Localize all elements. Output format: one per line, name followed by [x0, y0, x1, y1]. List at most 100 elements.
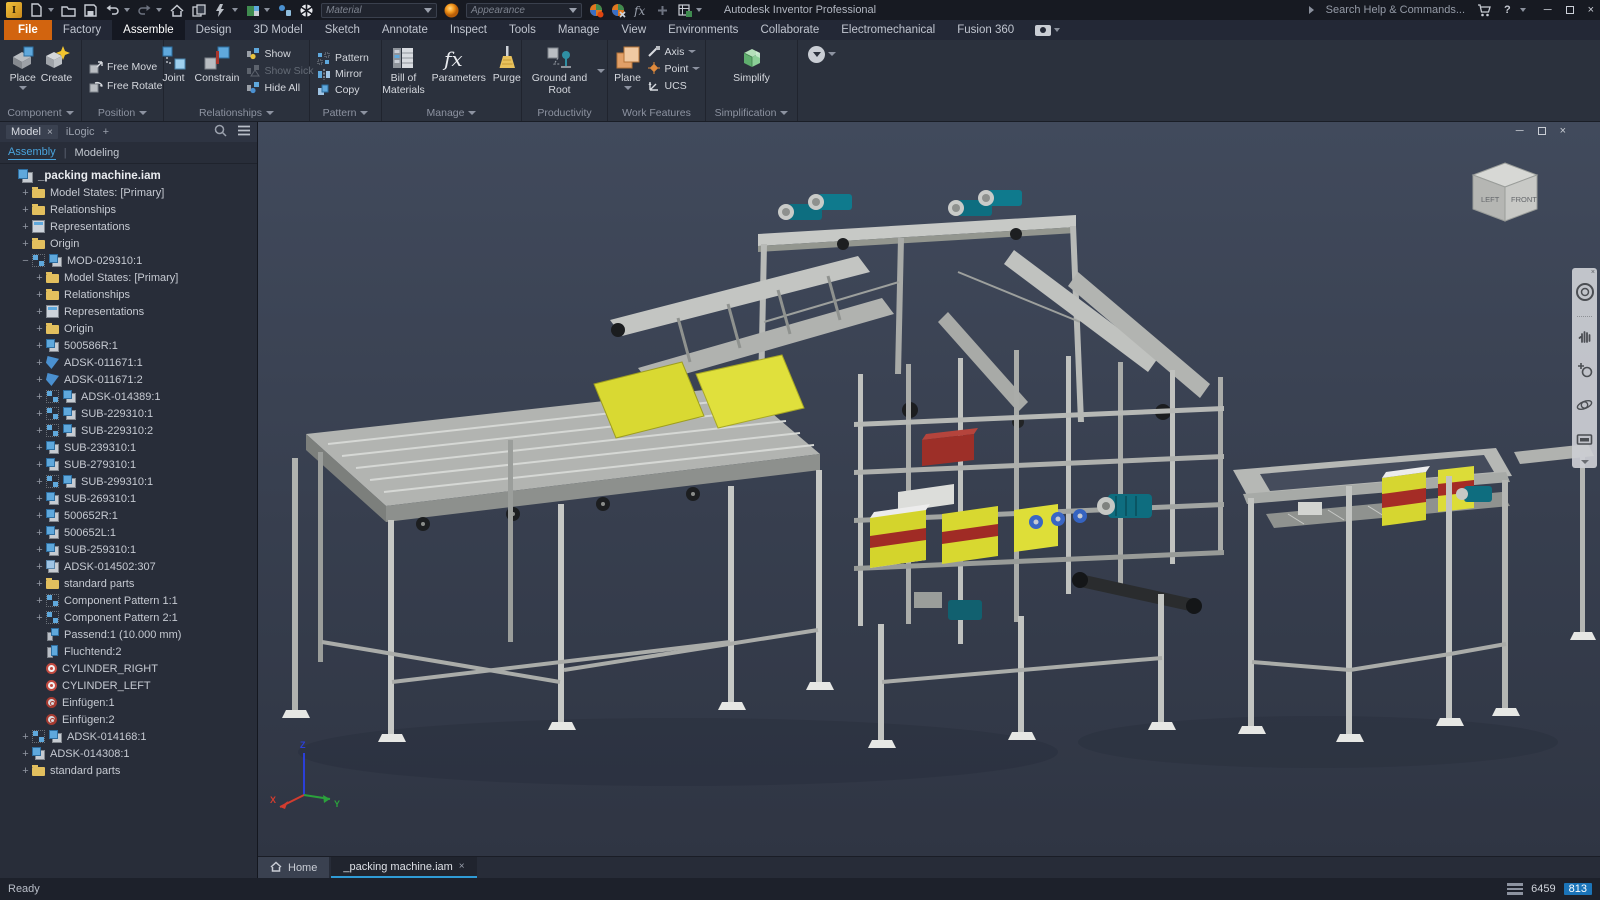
home-tab[interactable]: Home — [258, 857, 329, 878]
viewport[interactable]: ─ × LEFT FRONT × — [258, 122, 1600, 856]
search-help-field[interactable]: Search Help & Commands... — [1326, 4, 1465, 16]
tree-item[interactable]: Passend:1 (10.000 mm) — [0, 626, 257, 643]
tree-item[interactable]: _packing machine.iam — [0, 167, 257, 184]
panel-label-work-features[interactable]: Work Features — [608, 105, 705, 121]
expand-icon[interactable]: + — [33, 578, 46, 590]
panel-label-productivity[interactable]: Productivity — [522, 105, 607, 121]
expand-icon[interactable]: + — [33, 306, 46, 318]
panel-label-position[interactable]: Position — [82, 105, 163, 121]
viewcube-front-face[interactable]: FRONT — [1511, 195, 1537, 204]
open-file-icon[interactable] — [61, 3, 76, 18]
plane-button[interactable]: Plane — [613, 43, 643, 91]
window-close-button[interactable]: × — [1588, 4, 1594, 16]
expand-icon[interactable]: + — [19, 765, 32, 777]
model-tab-close-icon[interactable]: × — [47, 127, 53, 138]
free-move-button[interactable]: Free Move — [89, 61, 157, 74]
expand-icon[interactable]: + — [19, 187, 32, 199]
tab-collaborate[interactable]: Collaborate — [749, 20, 830, 40]
add-quick-icon[interactable] — [655, 3, 670, 18]
expand-icon[interactable]: + — [19, 221, 32, 233]
fx-quick-icon[interactable]: fx — [633, 3, 648, 18]
free-rotate-button[interactable]: Free Rotate — [89, 80, 162, 93]
expand-icon[interactable]: + — [33, 357, 46, 369]
tree-item[interactable]: +SUB-239310:1 — [0, 439, 257, 456]
tab-fusion-360[interactable]: Fusion 360 — [946, 20, 1025, 40]
component-caret[interactable] — [264, 8, 270, 12]
material-dropdown[interactable]: Material — [321, 3, 437, 18]
copy-button[interactable]: Copy — [317, 84, 360, 97]
tab-factory[interactable]: Factory — [52, 20, 112, 40]
tree-item[interactable]: +SUB-259310:1 — [0, 541, 257, 558]
expand-icon[interactable]: + — [19, 204, 32, 216]
tab-electromechanical[interactable]: Electromechanical — [830, 20, 946, 40]
search-expand-icon[interactable] — [1309, 6, 1314, 14]
window-restore-button[interactable] — [1566, 6, 1574, 14]
expand-icon[interactable]: + — [33, 340, 46, 352]
panel-label-component[interactable]: Component — [0, 105, 81, 121]
axis-button[interactable]: Axis — [647, 45, 701, 58]
orbit-icon[interactable] — [1576, 397, 1593, 418]
parameters-button[interactable]: fx Parameters — [431, 43, 487, 86]
expand-icon[interactable]: + — [33, 510, 46, 522]
tree-item[interactable]: +standard parts — [0, 575, 257, 592]
expand-icon[interactable]: + — [19, 731, 32, 743]
tree-item[interactable]: +500586R:1 — [0, 337, 257, 354]
panel-label-pattern[interactable]: Pattern — [310, 105, 381, 121]
assembly-mode-tab[interactable]: Assembly — [8, 146, 56, 160]
expand-icon[interactable]: + — [33, 612, 46, 624]
expand-icon[interactable]: + — [33, 289, 46, 301]
look-at-icon[interactable] — [1576, 432, 1593, 451]
modeling-mode-tab[interactable]: Modeling — [75, 147, 120, 159]
inventor-logo[interactable]: I — [6, 2, 22, 18]
paste-icon[interactable] — [191, 3, 206, 18]
constrain-button[interactable]: Constrain — [194, 43, 241, 86]
expand-icon[interactable]: + — [33, 493, 46, 505]
tree-item[interactable]: +ADSK-014168:1 — [0, 728, 257, 745]
tab-inspect[interactable]: Inspect — [439, 20, 498, 40]
tree-item[interactable]: +Relationships — [0, 286, 257, 303]
ucs-button[interactable]: UCS — [647, 79, 701, 92]
tree-item[interactable]: +ADSK-011671:1 — [0, 354, 257, 371]
expand-icon[interactable]: + — [33, 544, 46, 556]
help-caret[interactable] — [1520, 8, 1526, 12]
place-button[interactable]: Place — [8, 43, 38, 91]
update-caret[interactable] — [232, 8, 238, 12]
expand-icon[interactable]: + — [33, 442, 46, 454]
tree-item[interactable]: +standard parts — [0, 762, 257, 779]
navigation-wheel-icon[interactable] — [1576, 283, 1594, 306]
ground-root-caret[interactable] — [597, 69, 605, 73]
expand-icon[interactable]: + — [33, 408, 46, 420]
doc-minimize-button[interactable]: ─ — [1516, 125, 1524, 137]
store-cart-icon[interactable] — [1477, 3, 1492, 18]
doc-close-button[interactable]: × — [1560, 125, 1566, 137]
browser-tab-model[interactable]: Model× — [6, 125, 58, 139]
tab-manage[interactable]: Manage — [547, 20, 611, 40]
pan-icon[interactable] — [1577, 327, 1593, 348]
tree-item[interactable]: +500652R:1 — [0, 507, 257, 524]
undo-icon[interactable] — [105, 3, 120, 18]
zoom-icon[interactable] — [1577, 362, 1593, 383]
appearance-dropdown[interactable]: Appearance — [466, 3, 582, 18]
panel-label-manage[interactable]: Manage — [382, 105, 521, 121]
tree-item[interactable]: +ADSK-014308:1 — [0, 745, 257, 762]
new-file-caret[interactable] — [48, 8, 54, 12]
view-cube[interactable]: LEFT FRONT — [1468, 160, 1542, 231]
create-button[interactable]: Create — [40, 43, 74, 86]
tree-item[interactable]: +SUB-299310:1 — [0, 473, 257, 490]
save-icon[interactable] — [83, 3, 98, 18]
tab-tools[interactable]: Tools — [498, 20, 547, 40]
redo-icon[interactable] — [137, 3, 152, 18]
document-tab-packing-machine[interactable]: _packing machine.iam × — [331, 857, 476, 878]
tree-item[interactable]: CYLINDER_RIGHT — [0, 660, 257, 677]
qat-overflow-caret[interactable] — [696, 8, 702, 12]
expand-icon[interactable]: + — [33, 391, 46, 403]
status-menu-icon[interactable] — [1507, 883, 1523, 895]
tab-environments[interactable]: Environments — [657, 20, 749, 40]
doc-restore-button[interactable] — [1538, 127, 1546, 135]
iproperties-icon[interactable] — [677, 3, 692, 18]
tab-view[interactable]: View — [610, 20, 657, 40]
expand-icon[interactable]: + — [19, 748, 32, 760]
expand-icon[interactable]: + — [33, 476, 46, 488]
tree-item[interactable]: +Representations — [0, 303, 257, 320]
point-button[interactable]: Point — [647, 62, 701, 75]
